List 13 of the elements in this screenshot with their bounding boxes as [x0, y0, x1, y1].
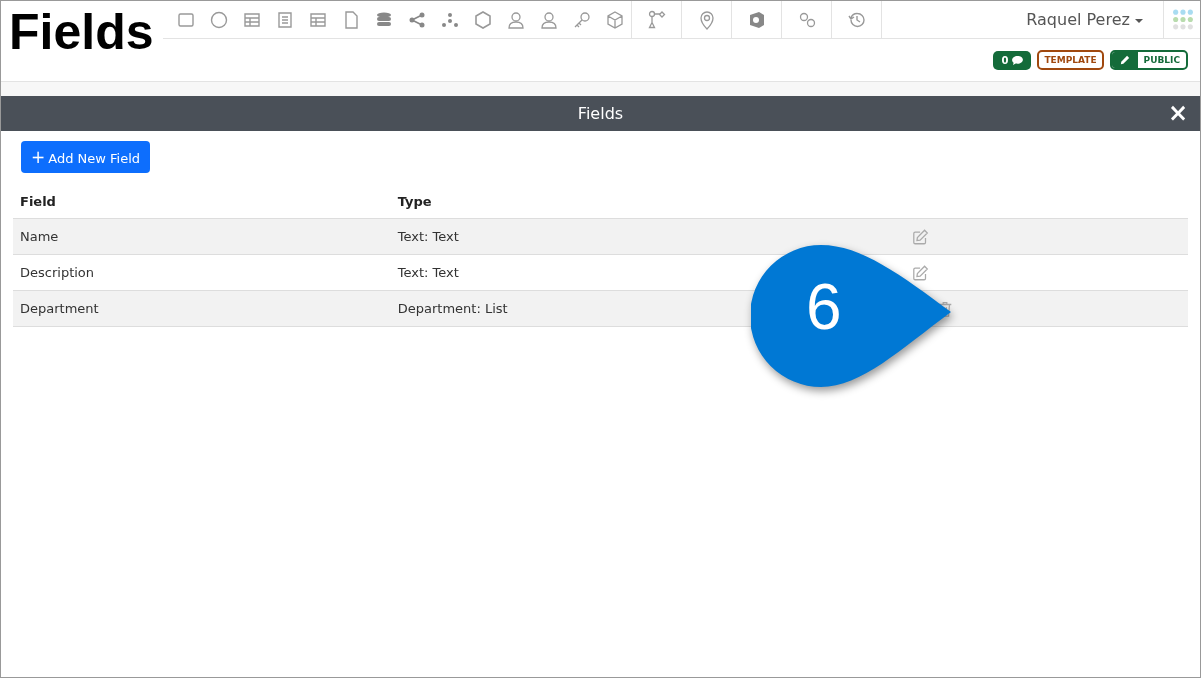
close-button[interactable]: × — [1163, 100, 1192, 126]
table-cell: Department — [13, 290, 391, 327]
add-field-button[interactable]: + Add New Field — [21, 141, 151, 173]
column-header: Field — [13, 185, 391, 219]
panel-title: Fields — [577, 104, 624, 123]
user-menu[interactable]: Raquel Perez — [1026, 10, 1163, 29]
table-cell: Description — [13, 254, 391, 291]
column-header: Type — [390, 185, 906, 219]
table-cell: Text: Text — [390, 218, 906, 255]
table-cell: Name — [13, 218, 391, 255]
public-toggle[interactable]: PUBLIC — [1109, 50, 1188, 70]
template-badge: TEMPLATE — [1037, 50, 1104, 70]
comment-count-badge[interactable]: 0 — [993, 50, 1032, 70]
